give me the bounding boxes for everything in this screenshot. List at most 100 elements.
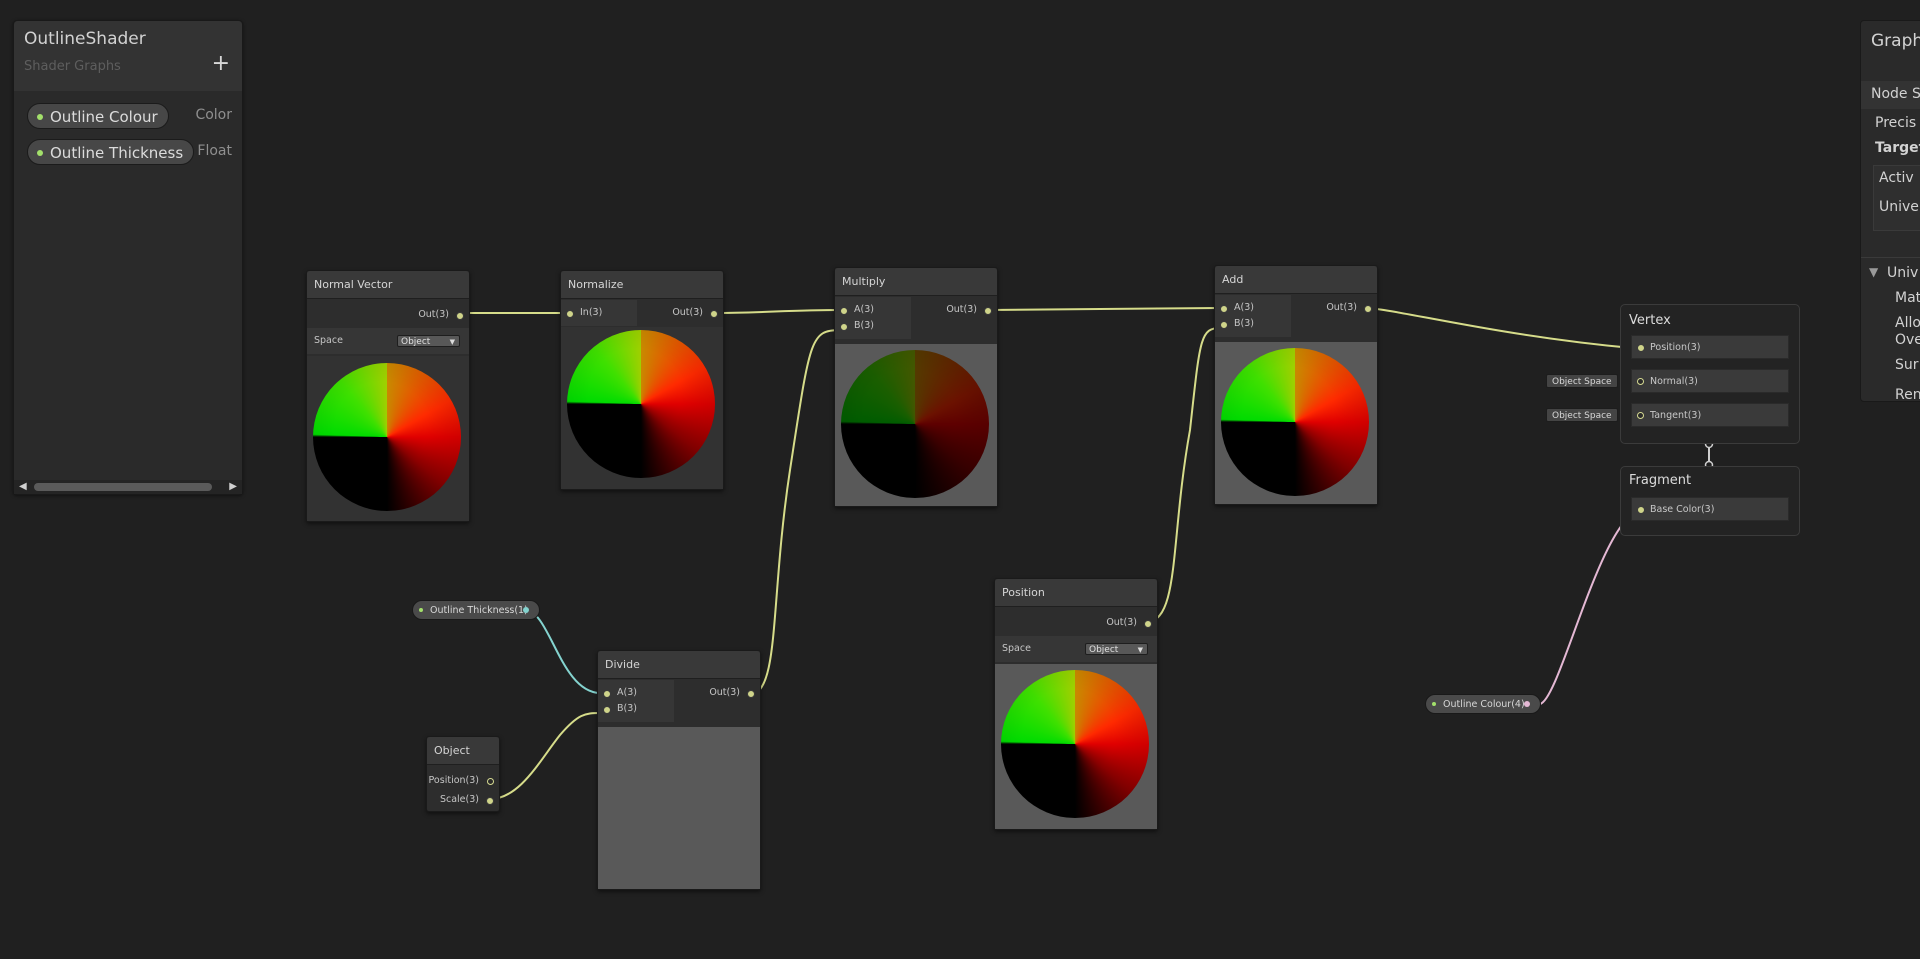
property-outline-thickness[interactable]: Outline Thickness	[27, 139, 195, 165]
graph-inspector-panel: Graph Node S Precis Target Activ Unive ▼…	[1860, 20, 1920, 402]
space-label: Space	[1002, 643, 1031, 654]
universal-section-header[interactable]: Univ	[1887, 265, 1918, 281]
property-dot-icon	[1432, 702, 1436, 706]
node-preview	[307, 356, 469, 521]
input-port-dot[interactable]	[1637, 344, 1645, 352]
wire-multiply-add	[986, 307, 1221, 311]
node-preview	[1215, 342, 1377, 504]
input-port-dot[interactable]	[603, 706, 611, 714]
node-title[interactable]: Normalize	[561, 271, 723, 299]
output-port-dot[interactable]	[747, 690, 755, 698]
space-dropdown[interactable]: Object ▼	[397, 335, 460, 347]
node-multiply[interactable]: Multiply A(3) B(3) Out(3)	[834, 267, 998, 507]
object-space-label: Object Space	[1552, 411, 1612, 421]
port-out: Out(3)	[709, 687, 740, 698]
port-out: Out(3)	[672, 307, 703, 318]
input-port-dot[interactable]	[1220, 321, 1228, 329]
allow-override-label: Allo	[1895, 315, 1920, 331]
property-dot-icon	[419, 608, 423, 612]
port-a: A(3)	[617, 687, 637, 698]
input-port-dot[interactable]	[603, 690, 611, 698]
block-label: Tangent(3)	[1650, 410, 1702, 421]
node-preview	[598, 727, 760, 889]
node-title[interactable]: Normal Vector	[307, 271, 469, 299]
wire-normalize-multiply	[711, 309, 841, 314]
block-tangent[interactable]: Tangent(3)	[1631, 403, 1789, 427]
normal-object-space-pill[interactable]: Object Space	[1546, 374, 1618, 388]
space-dropdown[interactable]: Object ▼	[1085, 643, 1148, 655]
output-port-dot[interactable]	[486, 797, 494, 805]
node-add[interactable]: Add A(3) B(3) Out(3)	[1214, 265, 1378, 505]
output-port-dot[interactable]	[487, 778, 494, 785]
property-node-outline-thickness[interactable]: Outline Thickness(1)	[412, 600, 540, 620]
output-port-dot[interactable]	[1144, 620, 1152, 628]
wire-divide-multiply	[749, 329, 841, 695]
block-normal[interactable]: Normal(3)	[1631, 369, 1789, 393]
output-port-dot[interactable]	[1524, 701, 1530, 707]
output-port-dot[interactable]	[984, 307, 992, 315]
property-outline-colour[interactable]: Outline Colour	[27, 103, 169, 129]
universal-target-item[interactable]: Unive	[1879, 199, 1919, 215]
output-port-dot[interactable]	[710, 310, 718, 318]
input-port-dot[interactable]	[1637, 378, 1644, 385]
input-port-dot[interactable]	[1637, 506, 1645, 514]
inspector-title: Graph	[1871, 31, 1920, 51]
node-divide[interactable]: Divide A(3) B(3) Out(3)	[597, 650, 761, 890]
port-scale: Scale(3)	[439, 794, 479, 805]
inspector-divider	[1861, 257, 1920, 258]
blackboard-panel: OutlineShader Shader Graphs + Outline Co…	[13, 20, 243, 495]
property-type: Color	[195, 107, 232, 123]
input-port-dot[interactable]	[1220, 305, 1228, 313]
surface-label: Sur	[1895, 357, 1919, 373]
scroll-right-icon[interactable]: ▶	[229, 481, 237, 492]
port-out: Out(3)	[418, 309, 449, 320]
output-port-dot[interactable]	[456, 312, 464, 320]
render-face-label: Ren	[1895, 387, 1920, 402]
fragment-title: Fragment	[1629, 473, 1692, 488]
material-label: Mat	[1895, 290, 1920, 306]
fragment-context: Fragment Base Color(3)	[1620, 466, 1800, 536]
vertex-title: Vertex	[1629, 313, 1671, 328]
tangent-object-space-pill[interactable]: Object Space	[1546, 408, 1618, 422]
node-title[interactable]: Object	[427, 737, 499, 765]
port-b: B(3)	[617, 703, 637, 714]
preview-sphere	[1001, 670, 1149, 818]
input-port-dot[interactable]	[1637, 412, 1644, 419]
output-port-dot[interactable]	[1364, 305, 1372, 313]
input-port-dot[interactable]	[840, 307, 848, 315]
triangle-down-icon[interactable]: ▼	[1869, 265, 1878, 279]
scroll-left-icon[interactable]: ◀	[19, 481, 27, 492]
plus-icon[interactable]: +	[212, 51, 230, 76]
node-normal-vector[interactable]: Normal Vector Out(3) Space Object ▼	[306, 270, 470, 522]
pill-label: Outline Colour(4)	[1443, 699, 1525, 710]
port-b: B(3)	[1234, 318, 1254, 329]
block-base-color[interactable]: Base Color(3)	[1631, 497, 1789, 521]
node-object[interactable]: Object Position(3) Scale(3)	[426, 736, 500, 812]
input-port-dot[interactable]	[840, 323, 848, 331]
block-position[interactable]: Position(3)	[1631, 335, 1789, 359]
object-space-label: Object Space	[1552, 377, 1612, 387]
block-label: Normal(3)	[1650, 376, 1698, 387]
preview-sphere	[841, 350, 989, 498]
port-in: In(3)	[580, 307, 603, 318]
scrollbar-thumb[interactable]	[34, 483, 212, 491]
tab-node-settings[interactable]: Node S	[1871, 86, 1920, 102]
node-title[interactable]: Multiply	[835, 268, 997, 296]
port-position: Position(3)	[428, 775, 479, 786]
node-preview	[995, 664, 1157, 829]
node-normalize[interactable]: Normalize In(3) Out(3)	[560, 270, 724, 490]
node-title[interactable]: Position	[995, 579, 1157, 607]
node-title[interactable]: Divide	[598, 651, 760, 679]
output-port-dot[interactable]	[523, 607, 529, 613]
space-dropdown-value: Object	[1089, 645, 1119, 655]
input-port-dot[interactable]	[566, 310, 574, 318]
horizontal-scrollbar[interactable]: ◀ ▶	[14, 480, 242, 494]
node-title[interactable]: Add	[1215, 266, 1377, 294]
node-position[interactable]: Position Out(3) Space Object ▼	[994, 578, 1158, 830]
wire-colour-fragment	[1539, 509, 1641, 705]
property-type: Float	[197, 143, 232, 159]
blackboard-header: OutlineShader Shader Graphs +	[14, 21, 242, 91]
preview-sphere	[1221, 348, 1369, 496]
block-label: Position(3)	[1650, 342, 1701, 353]
property-node-outline-colour[interactable]: Outline Colour(4)	[1425, 694, 1541, 714]
